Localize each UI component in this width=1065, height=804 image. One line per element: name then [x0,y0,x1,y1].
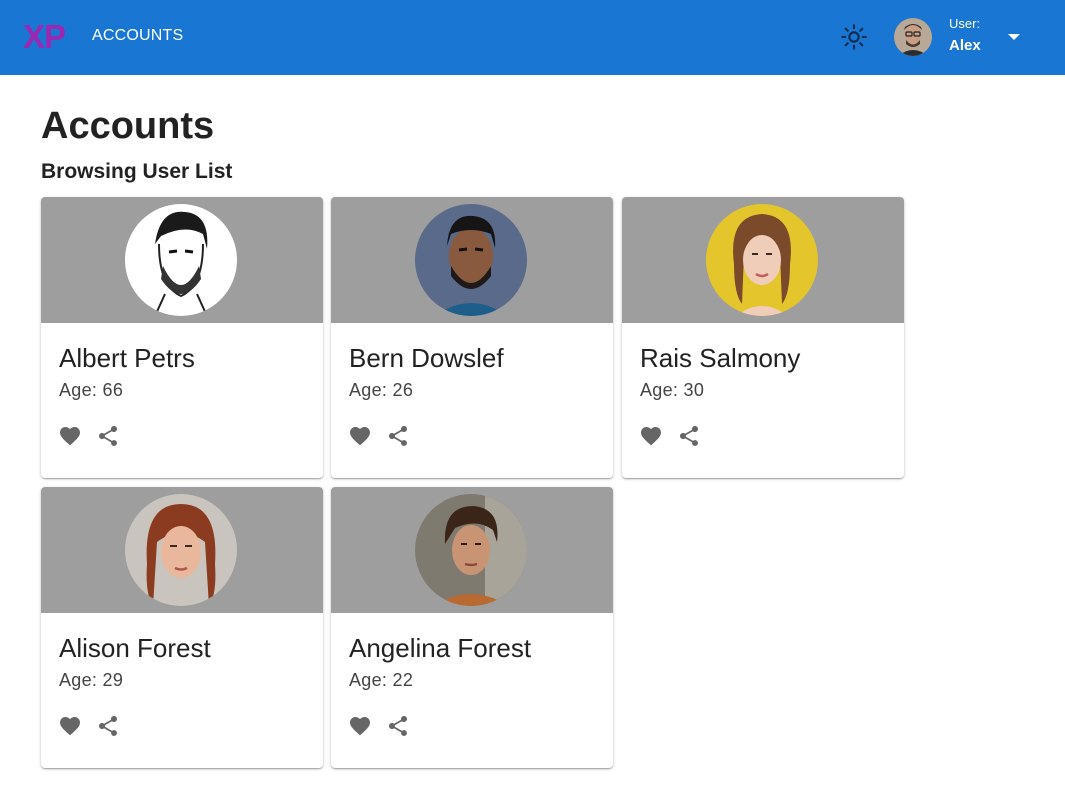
user-caption: User: [949,16,981,31]
card-media [41,487,323,613]
user-photo [125,204,237,316]
heart-icon [350,427,370,446]
heart-icon [641,427,661,446]
share-button[interactable] [93,421,123,451]
share-icon [99,426,117,446]
user-card[interactable]: Bern Dowslef Age: 26 [331,197,613,478]
share-icon [99,716,117,736]
app-bar: XP ACCOUNTS User: Alex [0,0,1065,75]
like-button[interactable] [345,711,375,741]
share-button[interactable] [383,421,413,451]
like-button[interactable] [55,421,85,451]
user-age-label: Age: 26 [349,380,414,400]
user-card[interactable]: Rais Salmony Age: 30 [622,197,904,478]
app-logo[interactable]: XP [23,18,66,56]
like-button[interactable] [636,421,666,451]
card-actions [55,421,145,451]
page-title: Accounts [41,105,215,147]
card-media [331,197,613,323]
like-button[interactable] [55,711,85,741]
nav-link-accounts[interactable]: ACCOUNTS [92,27,183,45]
share-icon [680,426,698,446]
heart-icon [350,717,370,736]
user-menu-button[interactable] [1004,28,1024,46]
card-media [622,197,904,323]
page-subtitle: Browsing User List [41,160,233,183]
share-button[interactable] [93,711,123,741]
card-media [331,487,613,613]
like-button[interactable] [345,421,375,451]
card-actions [345,711,435,741]
share-icon [389,716,407,736]
share-button[interactable] [674,421,704,451]
card-actions [345,421,435,451]
caret-down-icon [1008,34,1020,40]
heart-icon [60,427,80,446]
user-name-label: Rais Salmony [640,343,801,373]
user-card[interactable]: Albert Petrs Age: 66 [41,197,323,478]
card-actions [636,421,726,451]
user-name-label: Alison Forest [59,633,211,663]
user-name-label: Albert Petrs [59,343,195,373]
user-name-label: Angelina Forest [349,633,532,663]
user-age-label: Age: 22 [349,670,414,690]
user-photo [125,494,237,606]
user-name-label: Bern Dowslef [349,343,504,373]
user-name[interactable]: Alex [949,37,981,54]
user-avatar[interactable] [894,18,932,56]
share-icon [389,426,407,446]
user-photo [415,204,527,316]
card-actions [55,711,145,741]
user-age-label: Age: 66 [59,380,124,400]
user-age-label: Age: 30 [640,380,705,400]
user-card[interactable]: Alison Forest Age: 29 [41,487,323,768]
share-button[interactable] [383,711,413,741]
card-media [41,197,323,323]
user-photo [415,494,527,606]
user-photo [706,204,818,316]
sun-icon [841,24,867,50]
theme-toggle-button[interactable] [838,21,870,53]
heart-icon [60,717,80,736]
user-card[interactable]: Angelina Forest Age: 22 [331,487,613,768]
user-age-label: Age: 29 [59,670,124,690]
